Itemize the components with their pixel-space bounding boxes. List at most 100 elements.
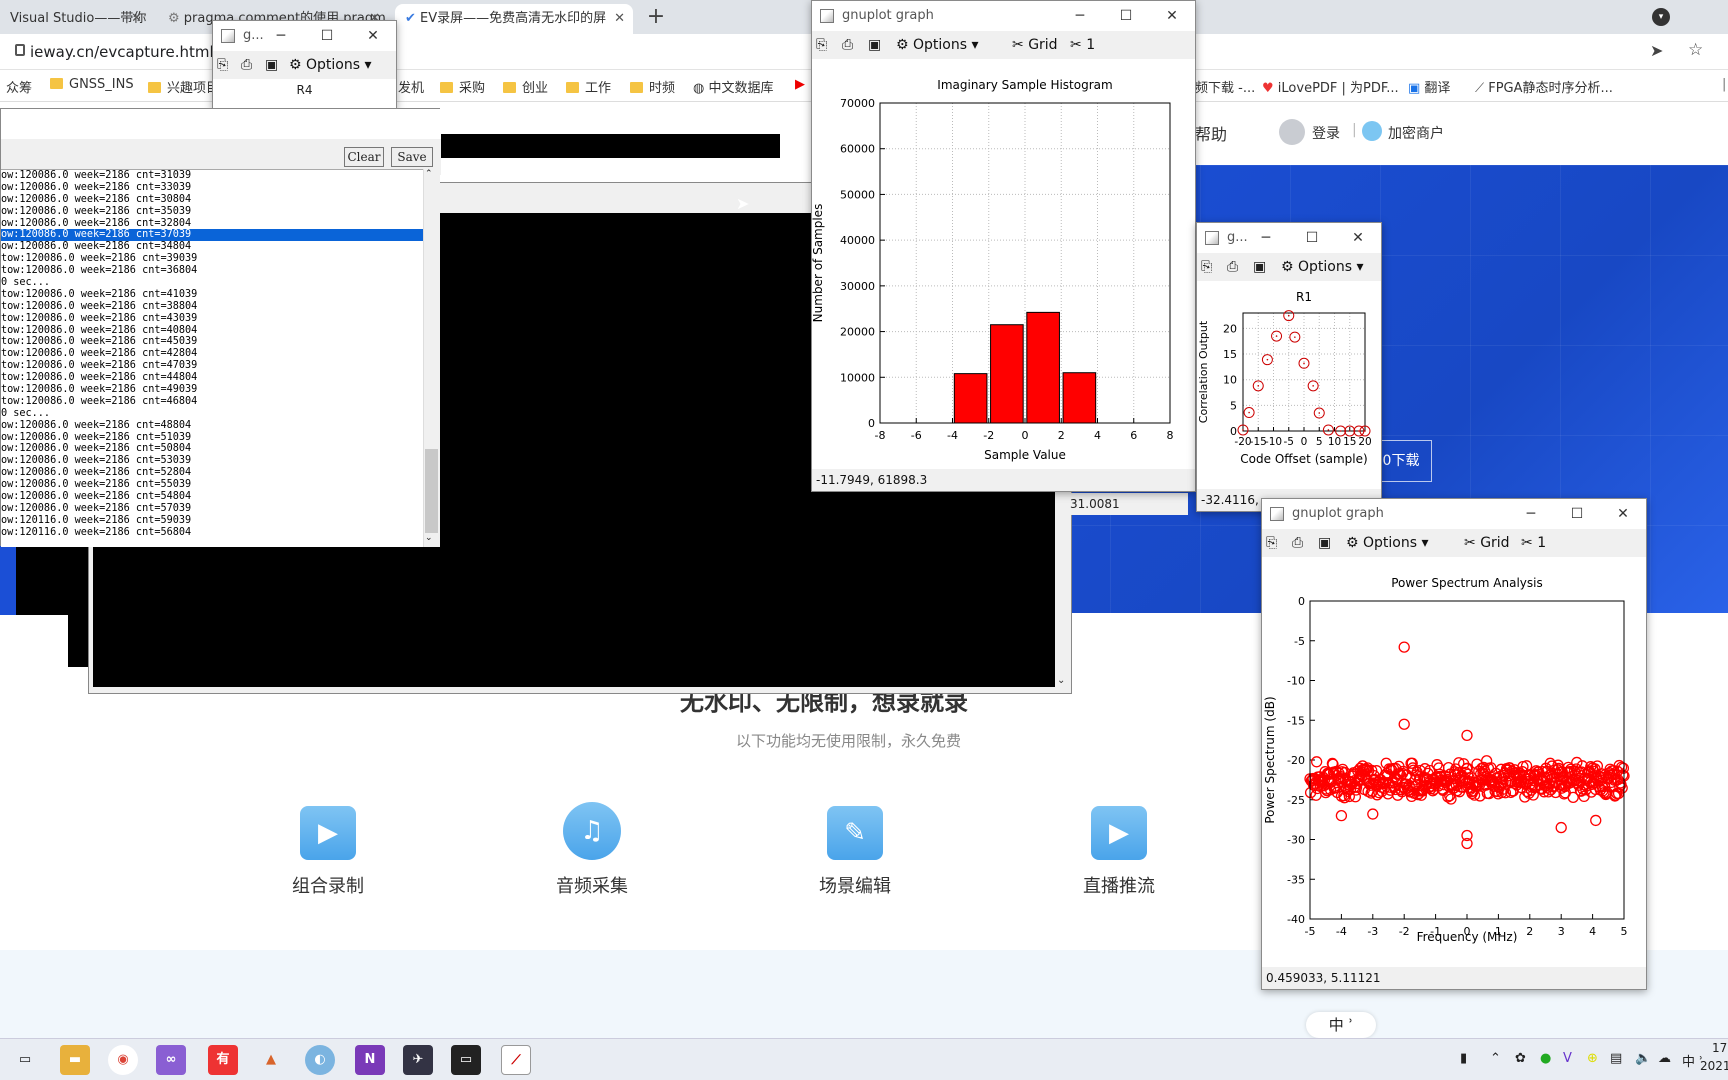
bookmark-folder[interactable]: 时频: [630, 77, 675, 96]
merchant-link[interactable]: 加密商户: [1388, 123, 1444, 143]
plot-area[interactable]: R4: [213, 79, 396, 110]
print-icon[interactable]: ⎙: [1227, 259, 1243, 275]
save-icon[interactable]: ▣: [1253, 259, 1269, 275]
plot-area[interactable]: R1 -20 -15 -10 -5 0 5 10 15 20 0 5 10 15 20 Code Offset…: [1197, 281, 1381, 491]
window-titlebar[interactable]: g... ─ ☐ ✕: [213, 21, 396, 51]
log-line[interactable]: tow:120086.0 week=2186 cnt=36804: [1, 265, 423, 277]
task-view-icon[interactable]: ▭: [10, 1045, 40, 1075]
log-line[interactable]: tow:120086.0 week=2186 cnt=39039: [1, 253, 423, 265]
log-line[interactable]: ow:120086.0 week=2186 cnt=33039: [1, 182, 423, 194]
window-titlebar[interactable]: gnuplot graph ─ ☐ ✕: [1262, 499, 1646, 529]
print-icon[interactable]: ⎙: [1292, 535, 1308, 551]
log-line[interactable]: 0 sec...: [1, 277, 423, 289]
maximize-icon[interactable]: ☐: [304, 21, 350, 51]
tab-evcapture[interactable]: ✔ EV录屏——免费高清无水印的屏 ✕: [395, 4, 633, 34]
log-line[interactable]: tow:120086.0 week=2186 cnt=45039: [1, 336, 423, 348]
window-titlebar[interactable]: g... ─ ☐ ✕: [1197, 223, 1381, 253]
clock-date[interactable]: 2021: [1700, 1059, 1728, 1073]
gnuplot-taskbar-icon[interactable]: ⟋: [501, 1045, 531, 1075]
file-explorer-icon[interactable]: ▬: [60, 1045, 90, 1075]
close-icon[interactable]: ✕: [1149, 1, 1195, 31]
log-line[interactable]: ow:120086.0 week=2186 cnt=52804: [1, 467, 423, 479]
plot-area[interactable]: Imaginary Sample Histogram -8 -6 -4 -2 0 2 4 6 8 0…: [811, 59, 1195, 471]
network-icon[interactable]: ▤: [1610, 1051, 1622, 1066]
youdao-icon[interactable]: 有: [208, 1045, 238, 1075]
window-titlebar[interactable]: gnuplot graph ─ ☐ ✕: [812, 1, 1195, 31]
gnuplot-window-r4[interactable]: g... ─ ☐ ✕ ⎘ ⎙ ▣ ⚙ Options ▾ R4: [212, 20, 397, 110]
log-line[interactable]: 0 sec...: [1, 408, 423, 420]
log-window[interactable]: Clear Save ow:120086.0 week=2186 cnt=310…: [0, 108, 441, 547]
log-line[interactable]: ow:120116.0 week=2186 cnt=56804: [1, 527, 423, 539]
maximize-icon[interactable]: ☐: [1289, 223, 1335, 253]
clock-time[interactable]: 17: [1712, 1041, 1727, 1055]
gnuplot-window-histogram[interactable]: gnuplot graph ─ ☐ ✕ ⎘ ⎙ ▣ ⚙ Options ▾ ✂ …: [811, 0, 1196, 492]
bookmark-item[interactable]: ♥ iLovePDF | 为PDF...: [1262, 77, 1399, 96]
clear-button[interactable]: Clear: [344, 147, 384, 167]
gnuplot-window-power-spectrum[interactable]: gnuplot graph ─ ☐ ✕ ⎘ ⎙ ▣ ⚙ Options ▾ ✂ …: [1261, 498, 1647, 990]
log-line[interactable]: tow:120086.0 week=2186 cnt=43039: [1, 313, 423, 325]
matlab-icon[interactable]: ▲: [256, 1045, 286, 1075]
save-icon[interactable]: ▣: [265, 57, 281, 73]
log-line[interactable]: tow:120086.0 week=2186 cnt=41039: [1, 289, 423, 301]
log-line[interactable]: ow:120086.0 week=2186 cnt=50804: [1, 443, 423, 455]
options-menu[interactable]: ⚙ Options ▾: [289, 51, 372, 79]
close-icon[interactable]: ✕: [131, 4, 142, 34]
log-line[interactable]: tow:120086.0 week=2186 cnt=44804: [1, 372, 423, 384]
close-icon[interactable]: ✕: [1335, 223, 1381, 253]
bookmark-item[interactable]: ⟋ FPGA静态时序分析...: [1475, 77, 1613, 96]
power-spectrum-chart[interactable]: Power Spectrum Analysis-5 -4 -3 -2 -1 0 1 2 3 4 50…: [1262, 557, 1646, 969]
save-button[interactable]: Save: [391, 147, 433, 167]
log-line[interactable]: tow:120086.0 week=2186 cnt=46804: [1, 396, 423, 408]
log-line[interactable]: tow:120086.0 week=2186 cnt=49039: [1, 384, 423, 396]
options-menu[interactable]: ⚙ Options ▾: [1281, 253, 1364, 281]
print-icon[interactable]: ⎙: [842, 37, 858, 53]
log-line[interactable]: ow:120086.0 week=2186 cnt=37039: [1, 229, 423, 242]
log-line[interactable]: tow:120086.0 week=2186 cnt=38804: [1, 301, 423, 313]
window-titlebar[interactable]: [1, 109, 441, 139]
browser-globe-icon[interactable]: ◐: [305, 1045, 335, 1075]
url-field[interactable]: ieway.cn/evcapture.html: [30, 43, 214, 61]
chrome-icon[interactable]: ◉: [108, 1045, 138, 1075]
bookmark-folder[interactable]: 创业: [503, 77, 548, 96]
bookmark-item[interactable]: ◍ 中文数据库: [693, 77, 774, 96]
feature-live[interactable]: ▶ 直播推流: [1049, 806, 1189, 898]
tab-visual-studio[interactable]: Visual Studio——带你 ✕: [0, 4, 150, 34]
log-line[interactable]: ow:120116.0 week=2186 cnt=59039: [1, 515, 423, 527]
log-list[interactable]: ow:120086.0 week=2186 cnt=31039 ow:120086…: [1, 169, 423, 547]
close-icon[interactable]: ✕: [614, 4, 625, 34]
copy-icon[interactable]: ⎘: [217, 57, 233, 73]
copy-icon[interactable]: ⎘: [1201, 259, 1217, 275]
log-line[interactable]: ow:120086.0 week=2186 cnt=51039: [1, 432, 423, 444]
tray-plus-icon[interactable]: ⊕: [1587, 1051, 1598, 1066]
copy-icon[interactable]: ⎘: [816, 37, 832, 53]
plot-area[interactable]: Power Spectrum Analysis -5 -4 -3 -2 -1 0 1 2 3 4 5 0…: [1262, 557, 1646, 969]
visual-studio-icon[interactable]: ∞: [156, 1045, 186, 1075]
scroll-up-icon[interactable]: ⌃: [425, 169, 433, 179]
nav-help[interactable]: 帮助: [1195, 121, 1227, 145]
log-line[interactable]: ow:120086.0 week=2186 cnt=34804: [1, 241, 423, 253]
print-icon[interactable]: ⎙: [241, 57, 257, 73]
gnss-app-icon[interactable]: ✈: [403, 1045, 433, 1075]
feature-combo-record[interactable]: ▶ 组合录制: [258, 806, 398, 898]
log-line[interactable]: tow:120086.0 week=2186 cnt=42804: [1, 348, 423, 360]
minimize-icon[interactable]: ─: [1508, 499, 1554, 529]
maximize-icon[interactable]: ☐: [1103, 1, 1149, 31]
bookmark-folder[interactable]: GNSS_INS: [50, 77, 134, 92]
login-link[interactable]: 登录: [1312, 123, 1340, 143]
youtube-icon[interactable]: ▶: [795, 77, 805, 92]
scroll-down-icon[interactable]: ⌄: [1057, 675, 1065, 686]
log-line[interactable]: ow:120086.0 week=2186 cnt=32804: [1, 218, 423, 230]
tray-overflow-icon[interactable]: ⌃: [1490, 1051, 1501, 1066]
minimize-icon[interactable]: ─: [258, 21, 304, 51]
scrollbar-thumb[interactable]: [425, 449, 438, 533]
tray-app-icon[interactable]: ✿: [1515, 1051, 1526, 1066]
plot-number-toggle[interactable]: ✂ 1: [1070, 31, 1095, 59]
bookmark-item[interactable]: ▣ 翻译: [1408, 77, 1450, 96]
wechat-icon[interactable]: ●: [1540, 1051, 1551, 1066]
grid-toggle[interactable]: ✂ Grid: [1464, 529, 1510, 557]
bookmark-item[interactable]: 发机: [398, 77, 424, 96]
maximize-icon[interactable]: ☐: [1554, 499, 1600, 529]
close-icon[interactable]: ✕: [350, 21, 396, 51]
feature-scene-edit[interactable]: ✎ 场景编辑: [785, 806, 925, 898]
gnuplot-window-r1[interactable]: g... ─ ☐ ✕ ⎘ ⎙ ▣ ⚙ Options ▾ R1 -20 -15 -10…: [1196, 222, 1382, 512]
